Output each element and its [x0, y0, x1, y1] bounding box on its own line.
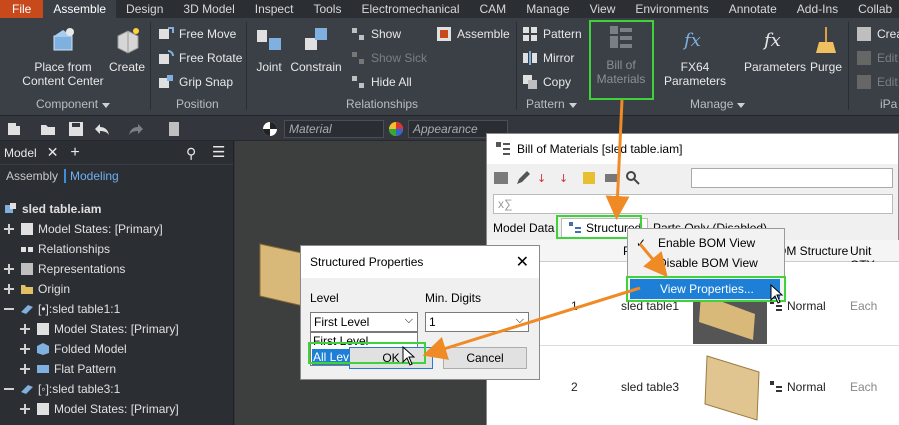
arrow-bom-to-structured: [605, 99, 630, 220]
arrow-menu-to-all-levels: [422, 286, 641, 360]
arrow-structured-to-menu: [638, 243, 668, 278]
mouse-pointer-icon: [770, 284, 784, 304]
annotation-arrows: [422, 99, 668, 360]
mouse-pointer-icon: [402, 346, 416, 366]
